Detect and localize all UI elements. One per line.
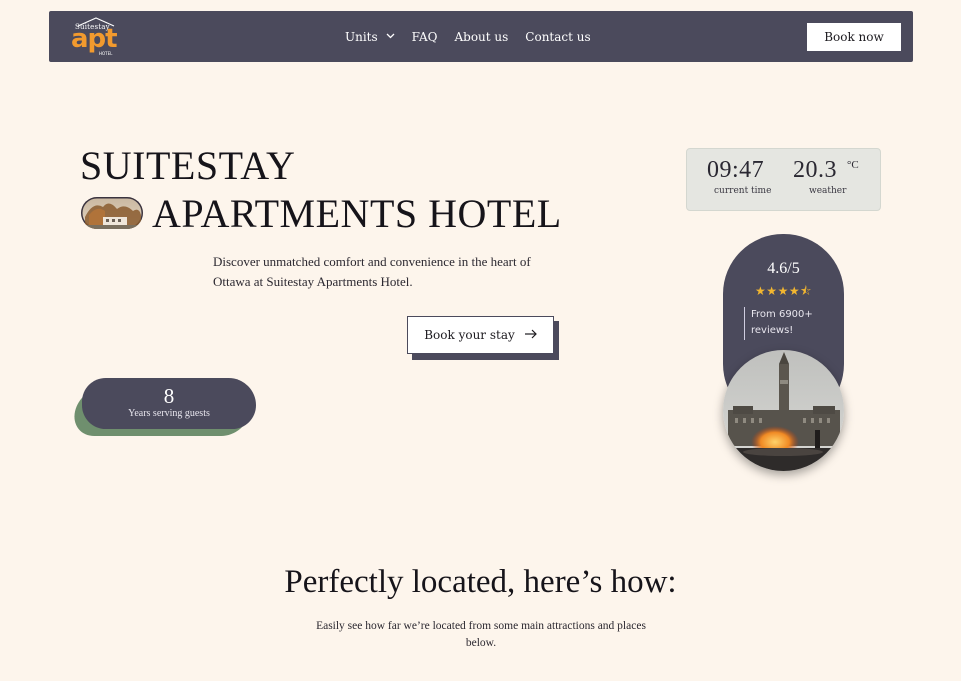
review-count: From 6900+ reviews! <box>751 309 813 336</box>
weather-unit: °C <box>847 159 859 171</box>
arrow-right-icon <box>524 328 537 342</box>
time-weather-widget: 09:47 current time 20.3 °C weather <box>686 148 881 211</box>
logo-main-text: apt <box>71 24 118 54</box>
years-value: 8 <box>163 384 175 408</box>
nav-link-contact-us[interactable]: Contact us <box>525 30 590 44</box>
nav-link-label: Units <box>345 29 378 44</box>
chevron-down-icon <box>386 32 395 42</box>
book-stay-wrapper: Book your stay <box>407 316 559 360</box>
weather-label: weather <box>809 186 847 196</box>
current-time-value: 09:47 <box>707 157 765 183</box>
nav-link-about-us[interactable]: About us <box>454 30 508 44</box>
nav-links: Units FAQ About us Contact us <box>345 11 608 62</box>
hero-thumbnail-image <box>81 197 143 229</box>
weather-value: 20.3 <box>793 157 837 183</box>
current-time-label: current time <box>714 186 772 196</box>
hero-description: Discover unmatched comfort and convenien… <box>213 254 531 289</box>
nav-link-units[interactable]: Units <box>345 30 395 44</box>
parliament-photo <box>723 350 844 471</box>
divider <box>744 307 745 340</box>
logo-bottom-text: HOTEL <box>99 51 113 56</box>
navbar: Suitestay apt HOTEL Units FAQ About us C… <box>49 11 913 62</box>
hotel-logo[interactable]: Suitestay apt HOTEL <box>71 15 121 57</box>
book-your-stay-label: Book your stay <box>424 328 515 342</box>
book-now-button[interactable]: Book now <box>807 23 901 51</box>
book-your-stay-button[interactable]: Book your stay <box>407 316 554 354</box>
years-label: Years serving guests <box>128 408 210 419</box>
hero-title-line2: APARTMENTS HOTEL <box>152 191 562 236</box>
rating-value: 4.6/5 <box>767 260 800 277</box>
nav-link-faq[interactable]: FAQ <box>412 30 438 44</box>
years-badge: 8 Years serving guests <box>82 378 256 429</box>
hero-title-line1: SUITESTAY <box>80 143 296 188</box>
location-section-title: Perfectly located, here’s how: <box>284 564 677 600</box>
star-rating-icon: ★★★★⯪ <box>755 284 812 298</box>
location-section-description: Easily see how far we’re located from so… <box>316 620 646 649</box>
